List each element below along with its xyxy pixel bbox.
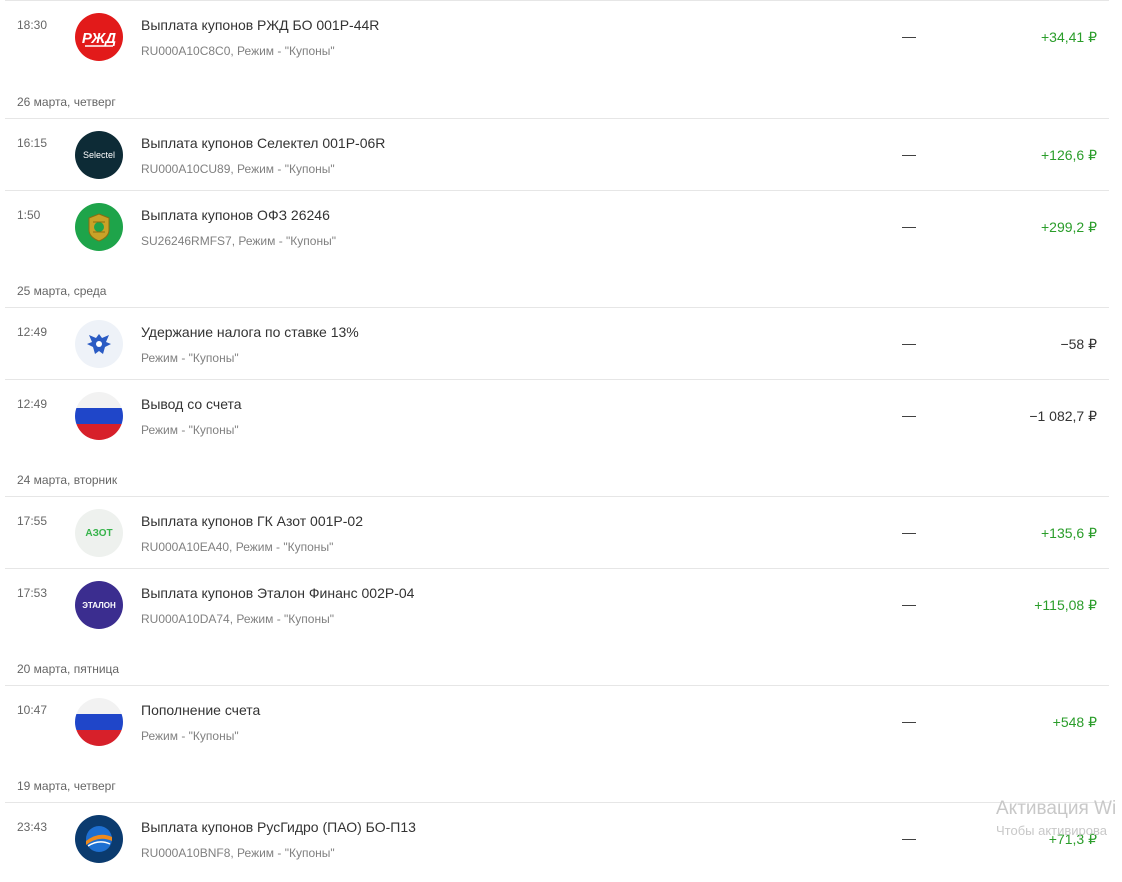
operation-dash: — xyxy=(902,218,916,234)
operation-subtitle: Режим - "Купоны" xyxy=(141,729,239,743)
azot-logo-icon: АЗОТ xyxy=(75,509,123,557)
operation-amount: −1 082,7 ₽ xyxy=(1029,408,1097,424)
operation-title: Выплата купонов ГК Азот 001Р-02 xyxy=(141,513,363,529)
russian-flag-icon xyxy=(75,698,123,746)
operation-amount: +548 ₽ xyxy=(1052,714,1097,730)
date-header: 26 марта, четверг xyxy=(5,73,1109,118)
operation-row[interactable]: 17:53 ЭТАЛОН Выплата купонов Эталон Фина… xyxy=(5,568,1109,640)
operation-subtitle: RU000A10DA74, Режим - "Купоны" xyxy=(141,612,334,626)
operation-row[interactable]: 16:15 Selectel Выплата купонов Селектел … xyxy=(5,118,1109,190)
date-label: 25 марта, среда xyxy=(17,284,107,298)
operation-row[interactable]: 1:50 Выплата купонов ОФЗ 26246 SU26246RM… xyxy=(5,190,1109,262)
operation-dash: — xyxy=(902,524,916,540)
date-label: 24 марта, вторник xyxy=(17,473,118,487)
operation-time: 17:53 xyxy=(17,586,48,600)
operation-row[interactable]: 18:30 РЖД Выплата купонов РЖД БО 001Р-44… xyxy=(5,0,1109,73)
operation-amount: +299,2 ₽ xyxy=(1040,219,1097,235)
date-header: 19 марта, четверг xyxy=(5,757,1109,802)
operation-row[interactable]: 17:55 АЗОТ Выплата купонов ГК Азот 001Р-… xyxy=(5,496,1109,568)
operation-subtitle: Режим - "Купоны" xyxy=(141,351,239,365)
operation-title: Пополнение счета xyxy=(141,702,261,718)
russian-flag-icon xyxy=(75,392,123,440)
operation-time: 12:49 xyxy=(17,397,48,411)
operation-dash: — xyxy=(902,146,916,162)
ofz-emblem-icon xyxy=(75,203,123,251)
operation-amount: +34,41 ₽ xyxy=(1040,29,1097,45)
operation-amount: +135,6 ₽ xyxy=(1040,525,1097,541)
date-label: 20 марта, пятница xyxy=(17,662,120,676)
selectel-logo-icon: Selectel xyxy=(75,131,123,179)
operation-dash: — xyxy=(902,596,916,612)
operation-dash: — xyxy=(902,407,916,423)
operation-time: 16:15 xyxy=(17,136,48,150)
operation-subtitle: RU000A10CU89, Режим - "Купоны" xyxy=(141,162,335,176)
operation-title: Выплата купонов Эталон Финанс 002Р-04 xyxy=(141,585,415,601)
operation-title: Удержание налога по ставке 13% xyxy=(141,324,359,340)
operation-amount: +71,3 ₽ xyxy=(1048,831,1097,847)
operation-time: 1:50 xyxy=(17,208,41,222)
operation-time: 12:49 xyxy=(17,325,48,339)
operation-subtitle: RU000A10EA40, Режим - "Купоны" xyxy=(141,540,334,554)
operation-amount: −58 ₽ xyxy=(1060,336,1097,352)
operation-row[interactable]: 12:49 Удержание налога по ставке 13% Реж… xyxy=(5,307,1109,379)
selectel-logo-text: Selectel xyxy=(82,150,116,160)
operation-title: Выплата купонов РусГидро (ПАО) БО-П13 xyxy=(141,819,416,835)
operation-time: 17:55 xyxy=(17,514,48,528)
operation-dash: — xyxy=(902,713,916,729)
operation-dash: — xyxy=(902,335,916,351)
operation-time: 10:47 xyxy=(17,703,48,717)
operation-amount: +126,6 ₽ xyxy=(1040,147,1097,163)
operation-title: Выплата купонов РЖД БО 001Р-44R xyxy=(141,17,380,33)
rushydro-logo-icon xyxy=(75,815,123,863)
operation-subtitle: RU000A10BNF8, Режим - "Купоны" xyxy=(141,846,335,860)
operation-title: Выплата купонов ОФЗ 26246 xyxy=(141,207,330,223)
etalon-logo-text: ЭТАЛОН xyxy=(82,600,116,610)
operation-title: Выплата купонов Селектел 001Р-06R xyxy=(141,135,386,151)
operation-row[interactable]: 10:47 Пополнение счета Режим - "Купоны" … xyxy=(5,685,1109,757)
operation-amount: +115,08 ₽ xyxy=(1034,597,1097,613)
operation-time: 18:30 xyxy=(17,18,48,32)
eagle-emblem-icon xyxy=(75,320,123,368)
azot-logo-text: АЗОТ xyxy=(85,527,113,539)
svg-text:РЖД: РЖД xyxy=(82,30,116,47)
etalon-logo-icon: ЭТАЛОН xyxy=(75,581,123,629)
date-label: 26 марта, четверг xyxy=(17,95,116,109)
operation-title: Вывод со счета xyxy=(141,396,242,412)
rzd-logo-icon: РЖД xyxy=(75,13,123,61)
operation-row[interactable]: 23:43 Выплата купонов РусГидро (ПАО) БО-… xyxy=(5,802,1109,874)
operation-dash: — xyxy=(902,28,916,44)
operations-list: 18:30 РЖД Выплата купонов РЖД БО 001Р-44… xyxy=(5,0,1109,874)
operation-subtitle: SU26246RMFS7, Режим - "Купоны" xyxy=(141,234,336,248)
operation-subtitle: Режим - "Купоны" xyxy=(141,423,239,437)
date-label: 19 марта, четверг xyxy=(17,779,116,793)
date-header: 20 марта, пятница xyxy=(5,640,1109,685)
operation-row[interactable]: 12:49 Вывод со счета Режим - "Купоны" — … xyxy=(5,379,1109,451)
date-header: 25 марта, среда xyxy=(5,262,1109,307)
date-header: 24 марта, вторник xyxy=(5,451,1109,496)
operation-subtitle: RU000A10C8C0, Режим - "Купоны" xyxy=(141,44,335,58)
operation-time: 23:43 xyxy=(17,820,48,834)
operation-dash: — xyxy=(902,830,916,846)
